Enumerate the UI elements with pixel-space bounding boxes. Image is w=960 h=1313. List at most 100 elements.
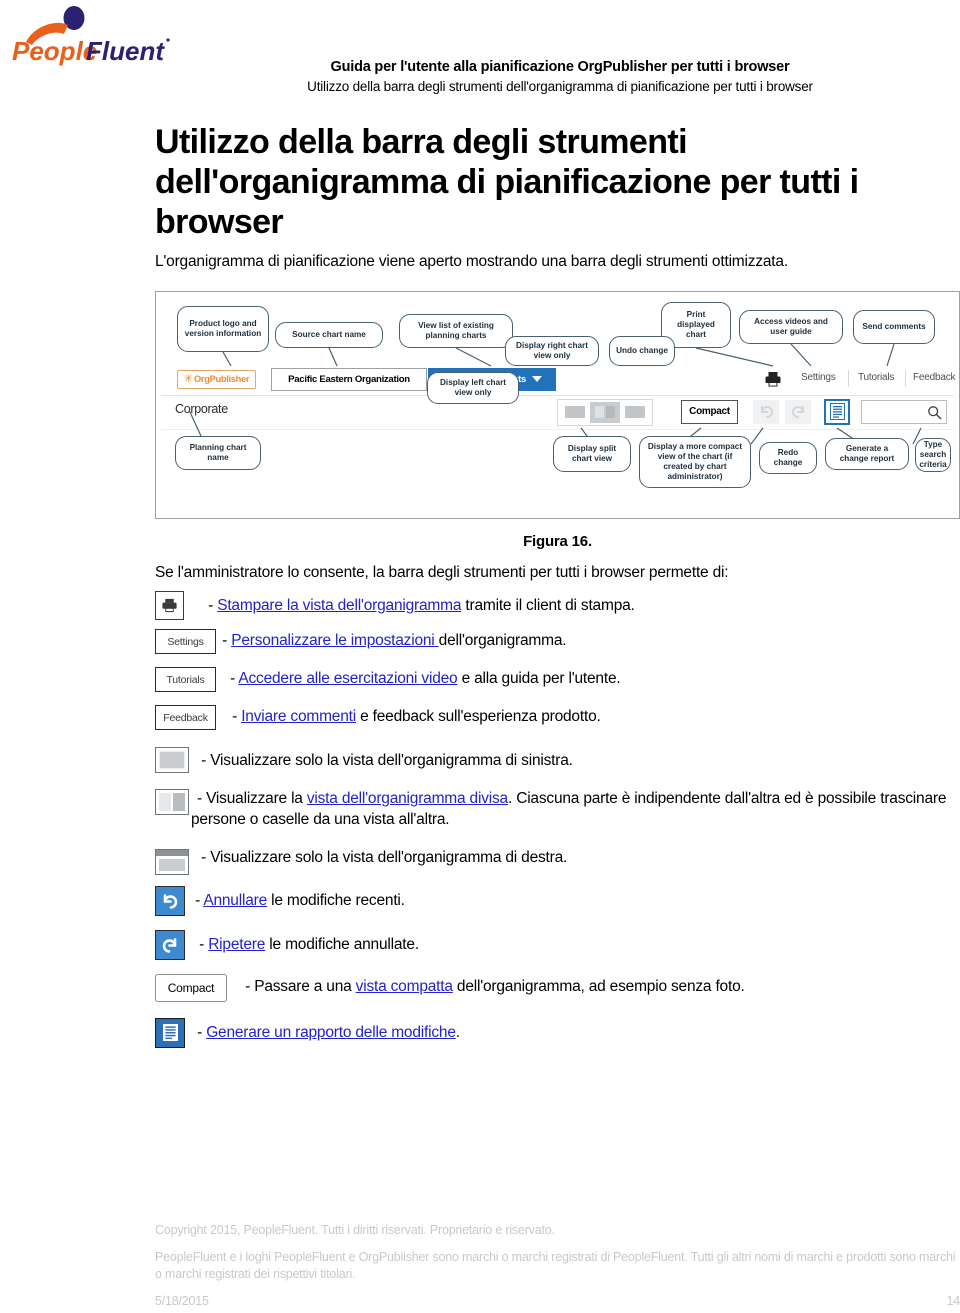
list-item-text: dell'organigramma. (438, 632, 567, 650)
list-item: - Ripetere le modifiche annullate. (155, 929, 960, 964)
right-view-icon[interactable] (155, 842, 189, 875)
left-view-icon[interactable] (155, 747, 189, 776)
footer-page-number: 14 (946, 1293, 960, 1308)
footer-copyright: Copyright 2015, PeopleFluent. Tutti i di… (155, 1223, 555, 1237)
list-item: - Annullare le modifiche recenti. (155, 885, 960, 920)
toolbar-divider (848, 369, 849, 387)
chevron-down-icon (532, 376, 543, 383)
header-title-sub: Utilizzo della barra degli strumenti del… (307, 78, 813, 94)
link-vista-divisa[interactable]: vista dell'organigramma divisa (307, 790, 508, 807)
list-item: Compact - Passare a una vista compatta d… (155, 973, 960, 1008)
list-item-dash: - (199, 936, 209, 954)
callout-display-split-view: Display split chart view (553, 435, 631, 472)
list-item: Tutorials - Accedere alle esercitazioni … (155, 667, 960, 701)
callout-display-left-view: Display left chart view only (427, 371, 519, 404)
list-item: Settings - Personalizzare le impostazion… (155, 629, 960, 663)
list-item-text: . (455, 1023, 460, 1041)
link-stampare-vista[interactable]: Stampare la vista dell'organigramma (217, 597, 461, 614)
toolbar-tutorials-link[interactable]: Tutorials (858, 372, 894, 383)
list-item-text-before: Passare a una (254, 978, 356, 996)
toolbar-settings-link[interactable]: Settings (801, 372, 836, 383)
settings-button-icon[interactable]: Settings (155, 629, 216, 655)
callout-display-right-view: Display right chart view only (505, 335, 599, 366)
toolbar-row-top: ✳ OrgPublisher Pacific Eastern Organizat… (161, 366, 956, 396)
undo-icon[interactable] (155, 885, 185, 918)
list-item-dash: - (245, 978, 255, 996)
link-ripetere[interactable]: Ripetere (208, 936, 265, 953)
list-item: - Visualizzare solo la vista dell'organi… (155, 747, 960, 781)
list-item-dash: - (232, 708, 242, 726)
settings-chip-label: Settings (155, 629, 216, 655)
callout-generate-change-report: Generate a change report (825, 437, 909, 470)
callout-type-search-criteria: Type search criteria (915, 437, 951, 472)
list-item: - Visualizzare la vista dell'organigramm… (155, 789, 960, 832)
callout-product-logo: Product logo and version information (177, 305, 269, 352)
list-item-dash: - (197, 1023, 207, 1041)
svg-text:People: People (12, 36, 97, 66)
callout-send-comments: Send comments (853, 309, 935, 344)
lede-paragraph: Se l'amministratore lo consente, la barr… (155, 563, 729, 581)
feature-list: - Stampare la vista dell'organigramma tr… (155, 591, 960, 1052)
list-item-text: tramite il client di stampa. (461, 596, 635, 614)
compact-chip-label: Compact (155, 973, 227, 1002)
list-item: - Visualizzare solo la vista dell'organi… (155, 842, 960, 876)
orgpublisher-logo-badge[interactable]: ✳ OrgPublisher (177, 369, 256, 389)
callout-source-chart-name: Source chart name (275, 321, 383, 348)
print-icon[interactable] (764, 370, 782, 388)
list-item-text: Visualizzare solo la vista dell'organigr… (210, 752, 573, 770)
link-vista-compatta[interactable]: vista compatta (356, 978, 453, 995)
callout-compact-view: Display a more compact view of the chart… (639, 435, 751, 488)
source-chart-name-field[interactable]: Pacific Eastern Organization (271, 367, 427, 391)
toolbar-divider (905, 369, 906, 387)
callout-undo-change: Undo change (609, 335, 675, 366)
list-item-dash: - (222, 632, 232, 650)
link-personalizzare-impostazioni[interactable]: Personalizzare le impostazioni (231, 632, 438, 649)
toolbar-feedback-link[interactable]: Feedback (913, 372, 956, 383)
list-item: - Stampare la vista dell'organigramma tr… (155, 591, 960, 625)
header-titles: Guida per l'utente alla pianificazione O… (160, 58, 960, 96)
link-accedere-esercitazioni[interactable]: Accedere alle esercitazioni video (238, 670, 457, 687)
footer-trademarks: PeopleFluent e i loghi PeopleFluent e Or… (155, 1249, 956, 1281)
link-generare-rapporto[interactable]: Generare un rapporto delle modifiche (206, 1024, 456, 1041)
callout-access-videos: Access videos and user guide (739, 309, 843, 344)
svg-text:Fluent: Fluent (86, 36, 165, 66)
list-item-dash: - (201, 752, 211, 770)
feedback-button-icon[interactable]: Feedback (155, 705, 216, 731)
page-title: Utilizzo della barra degli strumenti del… (155, 123, 859, 242)
page-footer: Copyright 2015, PeopleFluent. Tutti i di… (155, 1222, 960, 1310)
list-item-text: e alla guida per l'utente. (457, 670, 621, 688)
figure-toolbar-diagram: Product logo and version information Sou… (155, 290, 960, 519)
intro-paragraph: L'organigramma di pianificazione viene a… (155, 253, 788, 271)
link-inviare-commenti[interactable]: Inviare commenti (241, 708, 356, 725)
orgpublisher-star-icon: ✳ (183, 372, 193, 385)
tutorials-button-icon[interactable]: Tutorials (155, 667, 216, 693)
callout-planning-chart-name: Planning chart name (175, 435, 261, 470)
print-icon[interactable] (155, 591, 184, 621)
list-item: Feedback - Inviare commenti e feedback s… (155, 705, 960, 739)
list-item-dash: - (201, 848, 211, 866)
list-item-dash: - (208, 596, 218, 614)
redo-icon[interactable] (155, 929, 185, 962)
split-view-icon[interactable] (155, 789, 189, 818)
feedback-chip-label: Feedback (155, 705, 216, 731)
tutorials-chip-label: Tutorials (155, 667, 216, 693)
list-item-text: dell'organigramma, ad esempio senza foto… (452, 978, 745, 996)
list-item-text: e feedback sull'esperienza prodotto. (356, 708, 601, 726)
list-item-text: le modifiche recenti. (267, 892, 405, 910)
page-header: People Fluent Guida per l'utente alla pi… (0, 0, 960, 118)
peoplefluent-logo: People Fluent (8, 6, 178, 66)
footer-date: 5/18/2015 (155, 1293, 209, 1308)
list-item-text: Visualizzare solo la vista dell'organigr… (210, 848, 568, 866)
document-body: Utilizzo della barra degli strumenti del… (155, 122, 960, 1056)
compact-button-icon[interactable]: Compact (155, 973, 227, 1002)
change-report-icon[interactable] (155, 1017, 185, 1049)
callout-redo-change: Redo change (759, 441, 817, 474)
list-item: - Generare un rapporto delle modifiche. (155, 1017, 960, 1052)
callout-view-list: View list of existing planning charts (399, 313, 513, 348)
figure-caption: Figura 16. (523, 532, 592, 550)
list-item-text-before: Visualizzare la (206, 790, 307, 808)
orgpublisher-label: OrgPublisher (193, 374, 250, 385)
list-item-dash: - (197, 790, 207, 808)
link-annullare[interactable]: Annullare (203, 892, 267, 909)
list-item-text: le modifiche annullate. (265, 936, 419, 954)
